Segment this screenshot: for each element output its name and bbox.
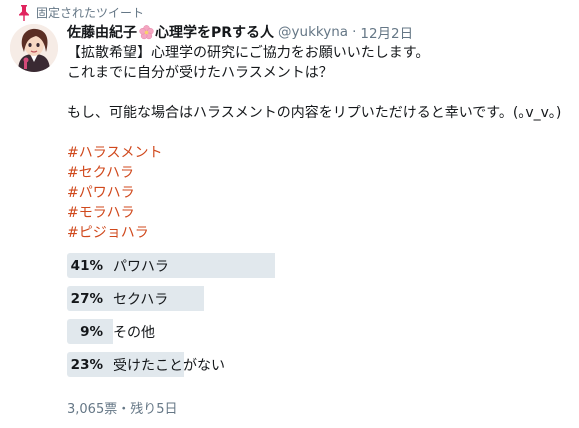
body-line: 【拡散希望】心理学の研究にご協力をお願いいたします。 — [67, 45, 430, 61]
poll-percent: 9% — [80, 323, 103, 340]
avatar-illustration — [10, 24, 58, 72]
poll-choice: 23% 受けたことがない — [67, 352, 487, 377]
avatar[interactable] — [10, 24, 58, 72]
author-handle[interactable]: @yukkyna — [278, 24, 348, 40]
pinned-indicator: 固定されたツイート — [19, 4, 145, 21]
poll-choice-label: その他 — [113, 324, 155, 341]
display-name[interactable]: 佐藤由紀子 心理学をPRする人 — [67, 22, 274, 42]
tweet[interactable]: 固定されたツイート 佐藤由紀子 心理学をPRする人 @yukkyna · 12月… — [0, 0, 579, 428]
poll-choice-label: パワハラ — [113, 258, 169, 275]
body-line: もし、可能な場合はハラスメントの内容をリプいただけると幸いです。(｡v_v｡) — [67, 105, 562, 121]
pinned-label: 固定されたツイート — [36, 5, 145, 20]
poll-choice: 9% その他 — [67, 319, 487, 344]
poll-choice-label: 受けたことがない — [113, 357, 225, 374]
hashtag-link[interactable]: #ハラスメント — [67, 143, 567, 163]
separator-dot: · — [352, 24, 357, 40]
poll-percent: 23% — [70, 356, 103, 373]
tweet-body: 【拡散希望】心理学の研究にご協力をお願いいたします。 これまでに自分が受けたハラ… — [67, 43, 567, 243]
poll-choice-label: セクハラ — [113, 291, 169, 308]
poll: 41% パワハラ 27% セクハラ 9% その他 23% 受けたことがない — [67, 253, 487, 385]
hashtag-link[interactable]: #パワハラ — [67, 183, 567, 203]
hashtag-link[interactable]: #ピジョハラ — [67, 223, 567, 243]
poll-percent: 27% — [70, 290, 103, 307]
tweet-header: 佐藤由紀子 心理学をPRする人 @yukkyna · 12月2日 — [67, 22, 413, 42]
author-name-suffix: 心理学をPRする人 — [155, 25, 275, 41]
author-name: 佐藤由紀子 — [67, 25, 137, 41]
pin-icon — [19, 5, 29, 21]
tweet-date[interactable]: 12月2日 — [360, 22, 413, 42]
hashtag-link[interactable]: #モラハラ — [67, 203, 567, 223]
hashtag-link[interactable]: #セクハラ — [67, 163, 567, 183]
poll-choice: 27% セクハラ — [67, 286, 487, 311]
poll-choice: 41% パワハラ — [67, 253, 487, 278]
poll-percent: 41% — [70, 257, 103, 274]
body-line: これまでに自分が受けたハラスメントは？ — [67, 65, 333, 81]
poll-meta: 3,065票・残り5日 — [67, 402, 178, 417]
cherry-blossom-icon — [139, 24, 154, 39]
